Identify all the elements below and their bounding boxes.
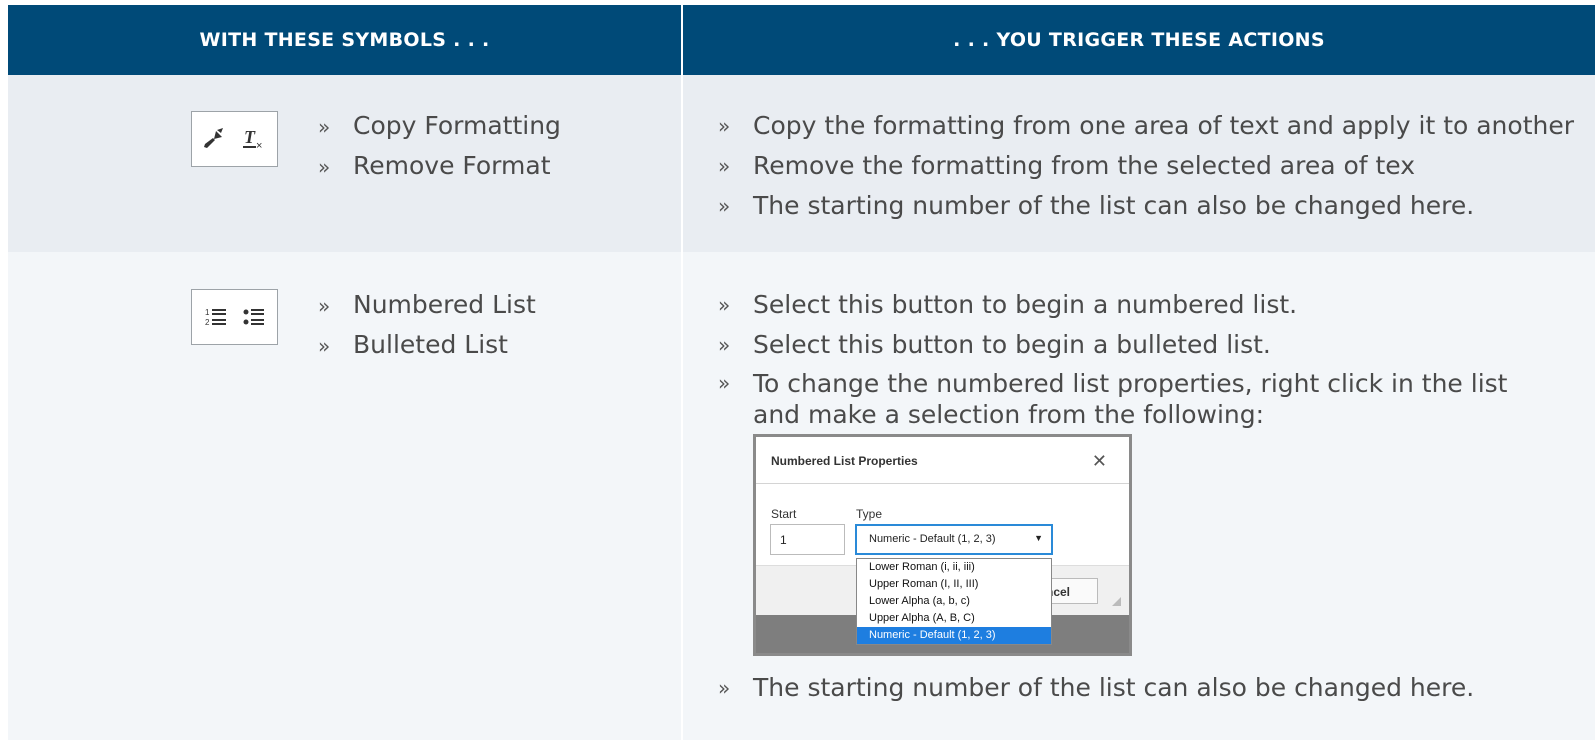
symbol-name: » Numbered List (318, 285, 536, 325)
column-divider (681, 252, 683, 740)
action-descriptions: » Copy the formatting from one area of te… (718, 106, 1574, 226)
dropdown-option[interactable]: Upper Alpha (A, B, C) (857, 610, 1051, 627)
dropdown-option[interactable]: Upper Roman (I, II, III) (857, 576, 1051, 593)
remove-format-icon: T × (242, 127, 262, 152)
dialog-title: Numbered List Properties (771, 454, 918, 468)
resize-grip-icon[interactable] (1112, 597, 1121, 606)
dropdown-option[interactable]: Lower Roman (i, ii, iii) (857, 559, 1051, 576)
formatting-toolbar-image: T × (191, 111, 278, 167)
type-select[interactable]: Numeric - Default (1, 2, 3) ▼ (855, 524, 1053, 555)
action-item: » The starting number of the list can als… (718, 186, 1574, 226)
bullet-marker: » (718, 371, 731, 395)
row-lists: 1 2 » Numbered List » Bulleted List » Selec… (8, 252, 1595, 740)
bullet-marker: » (718, 293, 731, 317)
svg-text:2: 2 (205, 318, 210, 327)
dialog-divider (756, 483, 1129, 484)
action-item: » Remove the formatting from the selected… (718, 146, 1574, 186)
dropdown-option-selected[interactable]: Numeric - Default (1, 2, 3) (857, 627, 1051, 644)
dropdown-option[interactable]: Lower Alpha (a, b, c) (857, 593, 1051, 610)
header-symbols: WITH THESE SYMBOLS . . . (8, 5, 681, 75)
close-icon[interactable]: ✕ (1092, 451, 1107, 472)
bullet-marker: » (318, 294, 331, 318)
bullet-marker: » (718, 333, 731, 357)
bullet-marker: » (318, 155, 331, 179)
type-dropdown-list: Lower Roman (i, ii, iii) Upper Roman (I,… (856, 558, 1052, 645)
bullet-marker: » (318, 334, 331, 358)
svg-text:T: T (244, 127, 256, 147)
bullet-marker: » (718, 194, 731, 218)
symbol-names: » Numbered List » Bulleted List (318, 285, 536, 365)
column-divider (681, 75, 683, 252)
bullet-marker: » (718, 154, 731, 178)
row-formatting: T × » Copy Formatting » Remove Format » Cop… (8, 75, 1595, 252)
paint-brush-icon (203, 128, 223, 148)
symbol-name: » Bulleted List (318, 325, 536, 365)
start-label: Start (771, 507, 797, 521)
action-item: » The starting number of the list can als… (718, 668, 1518, 708)
type-select-value: Numeric - Default (1, 2, 3) (869, 533, 996, 545)
action-item: » Copy the formatting from one area of te… (718, 106, 1574, 146)
svg-text:1: 1 (205, 308, 210, 317)
bullet-marker: » (318, 115, 331, 139)
header-actions: . . . YOU TRIGGER THESE ACTIONS (683, 5, 1595, 75)
bullet-marker: » (718, 676, 731, 700)
dialog-body: Numbered List Properties ✕ Start Type 1 … (756, 437, 1129, 653)
symbol-names: » Copy Formatting » Remove Format (318, 106, 561, 186)
bulleted-list-icon (243, 309, 264, 325)
svg-text:×: × (256, 140, 262, 152)
symbol-name: » Remove Format (318, 146, 561, 186)
bullet-marker: » (718, 114, 731, 138)
action-item: » Select this button to begin a bulleted … (718, 325, 1518, 365)
action-descriptions: » Select this button to begin a numbered … (718, 285, 1518, 708)
action-item: » Select this button to begin a numbered … (718, 285, 1518, 325)
numbered-list-icon: 1 2 (205, 308, 226, 327)
numbered-list-properties-dialog: Numbered List Properties ✕ Start Type 1 … (753, 434, 1132, 656)
action-item: » To change the numbered list properties,… (718, 369, 1508, 429)
chevron-down-icon: ▼ (1034, 533, 1043, 543)
symbols-actions-table: WITH THESE SYMBOLS . . . . . . YOU TRIGG… (8, 5, 1595, 751)
type-label: Type (856, 507, 883, 521)
symbol-name: » Copy Formatting (318, 106, 561, 146)
start-input[interactable]: 1 (770, 524, 845, 555)
list-toolbar-image: 1 2 (191, 289, 278, 345)
